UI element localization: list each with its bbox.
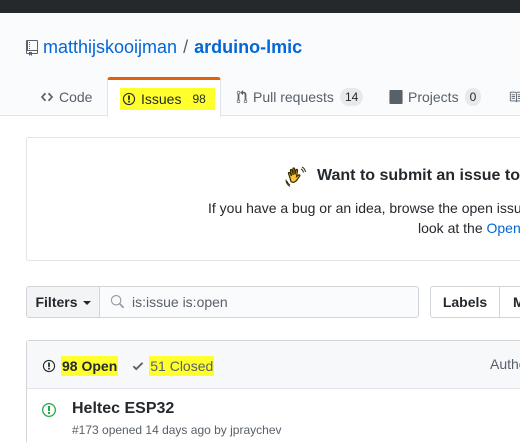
- git-pull-request-icon: [236, 89, 248, 104]
- list-item: Heltec ESP32 #173 opened 14 days ago by …: [27, 389, 520, 442]
- projects-count-badge: 0: [464, 87, 482, 106]
- code-icon: [40, 90, 54, 104]
- issue-meta: #173 opened 14 days ago by jpraychev: [72, 423, 282, 437]
- filters-button[interactable]: Filters: [26, 286, 100, 318]
- issues-count-badge: 98: [192, 91, 206, 106]
- tab-wiki-partial[interactable]: [509, 77, 520, 116]
- tab-code[interactable]: Code: [40, 77, 92, 116]
- repo-title: matthijskooijman / arduino-lmic: [26, 37, 302, 58]
- banner-title: Want to submit an issue to m: [284, 164, 520, 188]
- closed-issues-toggle[interactable]: 51 Closed: [132, 356, 215, 376]
- wave-hand-icon: [285, 166, 306, 187]
- author-filter[interactable]: Autho: [490, 356, 520, 372]
- pull-requests-count-badge: 14: [339, 87, 364, 106]
- issue-opened-icon: [42, 402, 56, 423]
- filters-button-label: Filters: [35, 294, 78, 310]
- caret-down-icon: [82, 301, 91, 305]
- issue-title-link[interactable]: Heltec ESP32: [72, 400, 174, 418]
- repo-name-link[interactable]: arduino-lmic: [194, 37, 302, 58]
- open-issues-label: 98 Open: [61, 356, 119, 376]
- issues-search: [99, 286, 419, 318]
- repo-header: matthijskooijman / arduino-lmic Code Iss…: [0, 13, 520, 117]
- banner-description-continued: look at the Open: [418, 220, 520, 236]
- tab-pull-requests[interactable]: Pull requests 14: [236, 77, 364, 116]
- milestones-button[interactable]: M: [499, 286, 520, 318]
- book-icon: [509, 90, 520, 104]
- global-header: [0, 0, 520, 13]
- issue-opened-icon: [42, 359, 56, 373]
- tab-code-label: Code: [59, 88, 93, 105]
- first-issue-banner: Want to submit an issue to m If you have…: [26, 137, 520, 261]
- issue-opened-icon: [122, 92, 136, 106]
- issues-tab-highlight: Issues 98: [120, 87, 215, 110]
- tab-issues[interactable]: Issues 98: [107, 77, 221, 117]
- issue-state-toggles: 98 Open 51 Closed: [42, 356, 215, 376]
- open-issues-toggle[interactable]: 98 Open: [42, 356, 119, 376]
- banner-title-text: Want to submit an issue to m: [317, 167, 520, 184]
- tab-projects[interactable]: Projects 0: [389, 77, 482, 116]
- labels-button[interactable]: Labels: [430, 286, 500, 318]
- closed-issues-label: 51 Closed: [149, 356, 215, 376]
- repo-icon: [26, 39, 38, 56]
- repo-owner-link[interactable]: matthijskooijman: [43, 37, 177, 58]
- repo-separator: /: [183, 37, 189, 57]
- tab-projects-label: Projects: [408, 88, 459, 105]
- repo-nav: Code Issues 98 Pull requests 14 Projects: [0, 77, 520, 117]
- search-input[interactable]: [132, 294, 402, 310]
- tab-pull-requests-label: Pull requests: [253, 88, 334, 105]
- issues-list-header: 98 Open 51 Closed Autho: [27, 341, 520, 389]
- search-icon: [110, 295, 124, 309]
- banner-description: If you have a bug or an idea, browse the…: [208, 200, 520, 216]
- check-icon: [132, 359, 144, 373]
- tab-issues-label: Issues: [141, 90, 182, 107]
- project-icon: [389, 89, 403, 104]
- issues-list: 98 Open 51 Closed Autho Heltec ESP32 #17…: [26, 340, 520, 442]
- banner-line2-prefix: look at the: [418, 220, 487, 236]
- open-issues-link[interactable]: Open: [487, 220, 520, 236]
